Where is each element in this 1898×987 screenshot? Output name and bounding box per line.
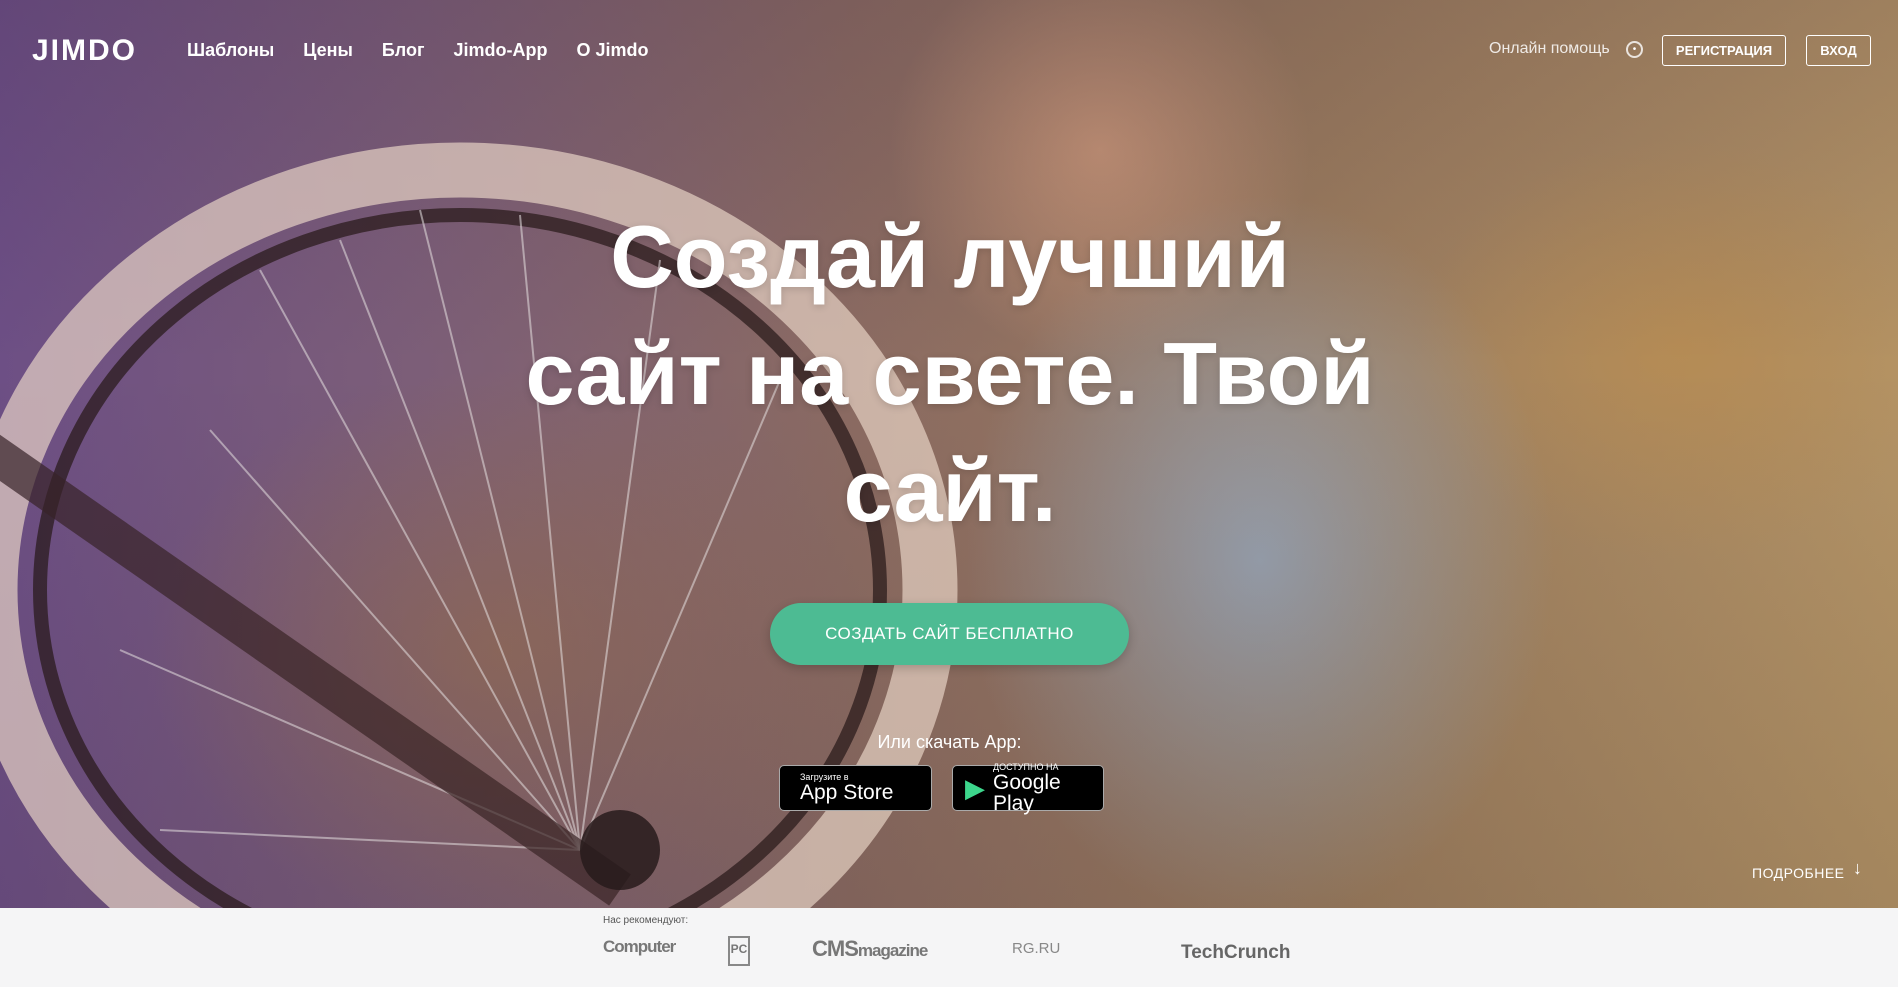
hero-headline: Создай лучший сайт на свете. Твой сайт. bbox=[470, 198, 1430, 549]
computer-logo: Computer bbox=[603, 937, 676, 956]
gplay-big-text: Google Play bbox=[993, 770, 1061, 815]
app-store-badge[interactable]: Загрузите в App Store bbox=[779, 765, 932, 811]
login-button[interactable]: ВХОД bbox=[1806, 35, 1871, 66]
nav-prices[interactable]: Цены bbox=[303, 40, 353, 61]
more-link[interactable]: ПОДРОБНЕЕ bbox=[1752, 865, 1845, 881]
magazine-text: magazine bbox=[857, 941, 928, 960]
headline-line-3: сайт. bbox=[843, 441, 1057, 540]
press-bar bbox=[0, 908, 1898, 987]
appstore-big-text: App Store bbox=[800, 781, 894, 804]
main-nav: Шаблоны Цены Блог Jimdo-App О Jimdo bbox=[187, 40, 678, 61]
globe-icon[interactable]: • bbox=[1626, 41, 1643, 58]
jimdo-logo[interactable]: JIMDO bbox=[32, 34, 137, 68]
headline-line-1: Создай лучший bbox=[610, 207, 1290, 306]
create-site-free-button[interactable]: СОЗДАТЬ САЙТ БЕСПЛАТНО bbox=[770, 603, 1129, 665]
online-help-link[interactable]: Онлайн помощь bbox=[1489, 40, 1610, 58]
pc-logo: PC bbox=[728, 936, 750, 966]
cms-magazine-logo: CMSmagazine bbox=[812, 936, 928, 962]
techcrunch-logo: TechCrunch bbox=[1181, 942, 1291, 963]
nav-blog[interactable]: Блог bbox=[382, 40, 425, 61]
google-play-icon: ▶ bbox=[965, 772, 985, 803]
nav-templates[interactable]: Шаблоны bbox=[187, 40, 274, 61]
download-app-label: Или скачать App: bbox=[877, 732, 1022, 752]
headline-line-2: сайт на свете. Твой bbox=[525, 324, 1375, 423]
register-button[interactable]: РЕГИСТРАЦИЯ bbox=[1662, 35, 1786, 66]
press-label: Нас рекомендуют: bbox=[603, 915, 689, 926]
arrow-down-icon[interactable]: ↓ bbox=[1853, 858, 1862, 879]
cms-text: CMS bbox=[812, 936, 859, 961]
rg-ru-logo: RG.RU bbox=[1012, 940, 1061, 957]
nav-jimdo-app[interactable]: Jimdo-App bbox=[453, 40, 547, 61]
google-play-badge[interactable]: ▶ ДОСТУПНО НА Google Play bbox=[952, 762, 1104, 815]
nav-about[interactable]: О Jimdo bbox=[576, 40, 648, 61]
